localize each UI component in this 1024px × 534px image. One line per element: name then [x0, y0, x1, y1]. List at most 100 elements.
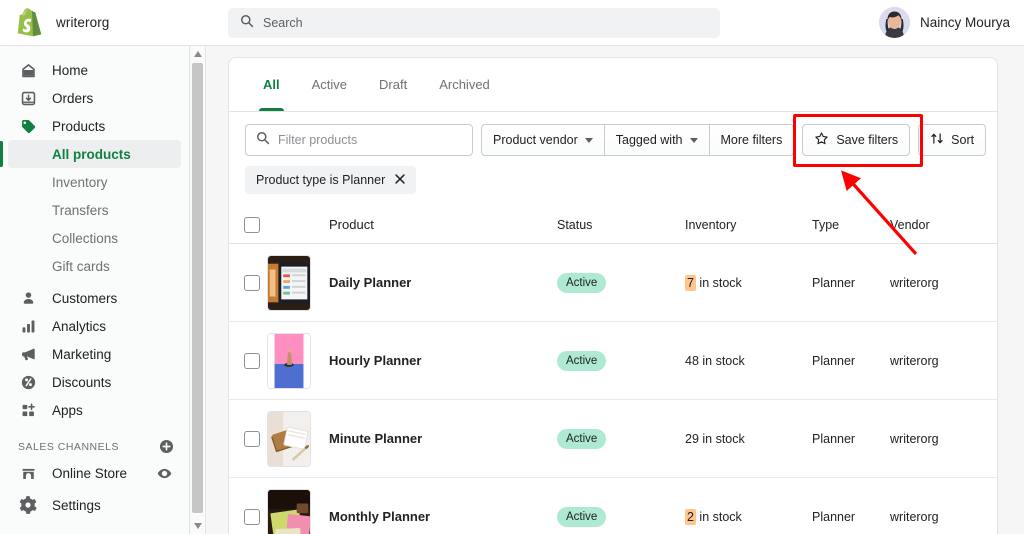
product-vendor: writerorg — [890, 431, 939, 446]
sidebar-subitem-label: Transfers — [52, 202, 109, 218]
product-name[interactable]: Daily Planner — [329, 275, 557, 290]
sidebar-item-apps[interactable]: Apps — [8, 396, 181, 424]
status-cell: Active — [557, 272, 685, 293]
table-row[interactable]: Daily Planner Active 7 in stock Planner … — [229, 244, 997, 322]
products-tag-icon — [18, 116, 38, 136]
product-thumbnail-cell — [267, 410, 329, 467]
inventory-suffix: in stock — [695, 275, 742, 290]
tagged-with-dropdown[interactable]: Tagged with — [604, 124, 710, 156]
filter-products-placeholder: Filter products — [278, 133, 358, 147]
status-badge: Active — [557, 506, 607, 527]
shopify-admin-products-page: writerorg Search Naincy Mourya Home Orde… — [0, 0, 1024, 534]
analytics-icon — [18, 316, 38, 336]
sidebar-item-label: Analytics — [52, 318, 107, 334]
product-thumbnail-cell — [267, 254, 329, 311]
product-vendor-dropdown[interactable]: Product vendor — [481, 124, 605, 156]
row-checkbox[interactable] — [244, 274, 260, 291]
status-tabs: All Active Draft Archived — [229, 58, 997, 112]
user-menu[interactable]: Naincy Mourya — [878, 7, 1010, 38]
sidebar: Home Orders Products All products Invent… — [0, 46, 190, 534]
tab-active[interactable]: Active — [296, 58, 363, 111]
tab-all[interactable]: All — [247, 58, 296, 111]
discounts-percent-icon — [18, 372, 38, 392]
hourly-planner-thumbnail — [267, 332, 311, 389]
global-search[interactable]: Search — [228, 8, 720, 38]
close-icon[interactable] — [394, 173, 406, 187]
store-brand[interactable]: writerorg — [0, 8, 200, 37]
table-row[interactable]: Monthly Planner Active 2 in stock Planne… — [229, 478, 997, 534]
sales-channels-section: SALES CHANNELS — [18, 438, 175, 455]
sidebar-item-products[interactable]: Products — [8, 112, 181, 140]
sidebar-item-discounts[interactable]: Discounts — [8, 368, 181, 396]
tagged-with-label: Tagged with — [615, 133, 683, 147]
product-name[interactable]: Hourly Planner — [329, 353, 557, 368]
column-header-product[interactable]: Product — [329, 217, 557, 232]
scroll-down-arrow-icon[interactable] — [190, 518, 206, 534]
chevron-down-icon — [689, 137, 698, 143]
sort-button[interactable]: Sort — [918, 124, 987, 156]
sidebar-item-inventory[interactable]: Inventory — [8, 168, 181, 196]
inventory-cell: 48 in stock — [685, 354, 812, 368]
eye-icon[interactable] — [156, 465, 173, 482]
applied-filter-chip[interactable]: Product type is Planner — [245, 166, 417, 194]
products-card: All Active Draft Archived Filter product… — [228, 57, 998, 534]
sidebar-scrollbar[interactable] — [190, 46, 206, 534]
search-input[interactable]: Search — [228, 8, 720, 38]
sidebar-item-label: Products — [52, 118, 106, 134]
sidebar-item-marketing[interactable]: Marketing — [8, 340, 181, 368]
save-filters-container: Save filters — [802, 124, 911, 156]
column-header-type[interactable]: Type — [812, 218, 890, 232]
column-header-status[interactable]: Status — [557, 218, 685, 232]
scrollbar-thumb[interactable] — [192, 63, 203, 513]
sidebar-item-label: Online Store — [52, 465, 128, 481]
sidebar-item-label: Marketing — [52, 346, 112, 362]
tab-archived[interactable]: Archived — [423, 58, 506, 111]
table-row[interactable]: Minute Planner Active 29 in stock Planne… — [229, 400, 997, 478]
more-filters-button[interactable]: More filters — [709, 124, 795, 156]
product-vendor: writerorg — [890, 353, 939, 368]
sort-label: Sort — [951, 133, 975, 147]
status-cell: Active — [557, 350, 685, 371]
shopify-logo-icon — [16, 8, 42, 37]
sidebar-item-transfers[interactable]: Transfers — [8, 196, 181, 224]
plus-circle-icon[interactable] — [158, 438, 175, 455]
row-checkbox[interactable] — [244, 352, 260, 369]
sidebar-item-collections[interactable]: Collections — [8, 224, 181, 252]
select-all-checkbox[interactable] — [244, 216, 260, 233]
table-row[interactable]: Hourly Planner Active 48 in stock Planne… — [229, 322, 997, 400]
sidebar-item-settings[interactable]: Settings — [8, 491, 181, 519]
product-type: Planner — [812, 353, 856, 368]
filter-dropdowns: Product vendor Tagged with More filters — [481, 124, 795, 156]
save-filters-button[interactable]: Save filters — [802, 124, 911, 156]
sidebar-item-all-products[interactable]: All products — [0, 140, 181, 168]
row-checkbox[interactable] — [244, 430, 260, 447]
sidebar-item-analytics[interactable]: Analytics — [8, 312, 181, 340]
sidebar-item-online-store[interactable]: Online Store — [8, 459, 181, 487]
inventory-cell: 29 in stock — [685, 432, 812, 446]
product-name[interactable]: Minute Planner — [329, 431, 557, 446]
filter-products-input[interactable]: Filter products — [245, 124, 473, 156]
more-filters-label: More filters — [720, 133, 783, 147]
star-icon — [814, 131, 829, 149]
inventory-cell: 7 in stock — [685, 274, 812, 291]
sidebar-item-gift-cards[interactable]: Gift cards — [8, 252, 181, 280]
tab-draft[interactable]: Draft — [363, 58, 423, 111]
row-checkbox-cell — [229, 274, 267, 291]
gear-icon — [18, 495, 38, 515]
filter-toolbar: Filter products Product vendor Tagged wi… — [229, 112, 997, 156]
sidebar-item-home[interactable]: Home — [8, 56, 181, 84]
product-name[interactable]: Monthly Planner — [329, 509, 557, 524]
monthly-planner-thumbnail — [267, 488, 311, 534]
sidebar-item-orders[interactable]: Orders — [8, 84, 181, 112]
sidebar-item-label: Discounts — [52, 374, 112, 390]
column-header-vendor[interactable]: Vendor — [890, 218, 997, 232]
sidebar-subitem-label: Collections — [52, 230, 119, 246]
sidebar-item-customers[interactable]: Customers — [8, 284, 181, 312]
sidebar-subitem-label: Inventory — [52, 174, 108, 190]
sidebar-item-label: Apps — [52, 402, 83, 418]
home-icon — [18, 60, 38, 80]
scroll-up-arrow-icon[interactable] — [190, 46, 206, 62]
column-header-inventory[interactable]: Inventory — [685, 218, 812, 232]
row-checkbox[interactable] — [244, 508, 260, 525]
status-cell: Active — [557, 506, 685, 527]
